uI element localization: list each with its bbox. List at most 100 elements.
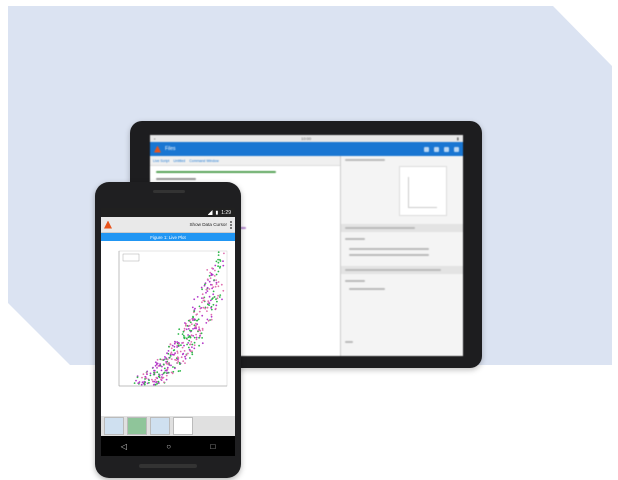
thumbnail-camera[interactable] — [104, 417, 124, 435]
scatter-point — [214, 269, 216, 272]
scatter-point — [183, 350, 186, 352]
scatter-point — [156, 362, 159, 365]
scatter-point — [201, 329, 204, 331]
share-icon[interactable] — [454, 146, 459, 152]
phone-status-bar: ▮ 1:29 — [101, 208, 235, 217]
tablet-toolbar: Files — [150, 142, 463, 156]
scatter-point — [204, 307, 207, 310]
scatter-point — [189, 321, 192, 324]
scatter-point — [188, 339, 191, 342]
scatter-point — [211, 267, 213, 270]
tab-untitled[interactable]: Untitled — [173, 159, 185, 163]
plot-axes — [118, 250, 228, 387]
console-line — [349, 288, 385, 290]
undo-icon[interactable] — [434, 146, 439, 152]
scatter-point — [187, 319, 190, 322]
scatter-point — [189, 357, 191, 359]
scatter-point — [212, 293, 215, 296]
scatter-point — [217, 251, 220, 254]
matlab-logo-icon[interactable] — [154, 145, 161, 153]
scatter-point — [222, 264, 225, 267]
scatter-point — [215, 281, 218, 284]
scatter-point — [217, 254, 220, 256]
scatter-point — [177, 358, 179, 361]
scatter-point — [154, 383, 157, 386]
console-line — [345, 269, 441, 271]
back-icon[interactable]: ◁ — [121, 442, 127, 451]
show-data-cursor-button[interactable]: Show Data Cursor — [189, 222, 227, 227]
scatter-point — [185, 354, 188, 357]
scatter-point — [206, 269, 209, 271]
scatter-point — [153, 369, 156, 372]
scatter-point — [191, 351, 193, 354]
scatter-point — [204, 283, 206, 286]
scatter-point — [174, 358, 176, 361]
scatter-point — [213, 279, 215, 281]
scatter-point — [158, 364, 161, 367]
scatter-point — [220, 283, 223, 286]
home-icon[interactable]: ○ — [166, 442, 171, 451]
scatter-point — [205, 322, 208, 324]
run-icon[interactable] — [424, 146, 429, 152]
scatter-point — [172, 349, 175, 352]
scatter-point — [215, 273, 218, 276]
scatter-point — [202, 299, 205, 302]
scatter-point — [161, 358, 163, 361]
scatter-point — [208, 302, 211, 305]
overflow-menu-icon[interactable] — [230, 220, 232, 229]
scatter-point — [181, 333, 184, 335]
scatter-point — [217, 285, 220, 288]
thumbnail-pen[interactable] — [173, 417, 193, 435]
scatter-point — [187, 346, 190, 349]
scatter-point — [144, 375, 147, 378]
scatter-point — [196, 323, 199, 326]
scatter-point — [145, 372, 148, 374]
scatter-point — [168, 361, 170, 364]
scatter-point — [198, 310, 201, 313]
scatter-plot[interactable] — [101, 241, 235, 411]
scatter-point — [179, 370, 182, 372]
scatter-point — [193, 344, 196, 347]
recent-apps-icon[interactable]: □ — [210, 442, 215, 451]
scatter-point — [212, 290, 215, 293]
tablet-console[interactable] — [341, 156, 463, 356]
tab-command-window[interactable]: Command Window — [189, 159, 219, 163]
thumbnail-camera[interactable] — [150, 417, 170, 435]
scatter-point — [199, 329, 202, 332]
scatter-point — [209, 277, 212, 279]
tablet-app-name[interactable]: Files — [165, 146, 176, 152]
battery-icon: ▮ — [215, 209, 219, 216]
scatter-point — [166, 368, 169, 371]
scatter-point — [153, 371, 155, 374]
thumbnail-plot-green[interactable] — [127, 417, 147, 435]
scatter-point — [201, 342, 204, 345]
scatter-point — [187, 334, 189, 336]
scatter-point — [172, 353, 175, 356]
scatter-point — [201, 293, 204, 296]
scatter-point — [177, 370, 180, 373]
scatter-point — [185, 328, 188, 331]
tablet-figure-thumbnail[interactable] — [399, 166, 447, 216]
redo-icon[interactable] — [444, 146, 449, 152]
scatter-point — [182, 360, 185, 363]
scatter-point — [155, 376, 158, 379]
scatter-point — [169, 343, 172, 346]
scatter-point — [156, 382, 158, 385]
scatter-point — [184, 357, 187, 360]
scatter-point — [212, 303, 215, 306]
scatter-point — [187, 328, 190, 330]
scatter-point — [198, 336, 200, 339]
scatter-point — [181, 346, 184, 349]
scatter-point — [190, 329, 193, 332]
matlab-logo-icon[interactable] — [104, 220, 112, 229]
scatter-point — [148, 379, 150, 382]
phone-speaker — [153, 190, 185, 193]
scatter-point — [180, 344, 182, 347]
scatter-point — [195, 324, 197, 327]
tab-live-script[interactable]: Live Script — [153, 159, 169, 163]
scatter-point — [191, 353, 194, 356]
scatter-point — [206, 290, 209, 292]
scatter-point — [184, 362, 186, 364]
scatter-point — [183, 337, 186, 340]
scatter-point — [184, 355, 186, 358]
